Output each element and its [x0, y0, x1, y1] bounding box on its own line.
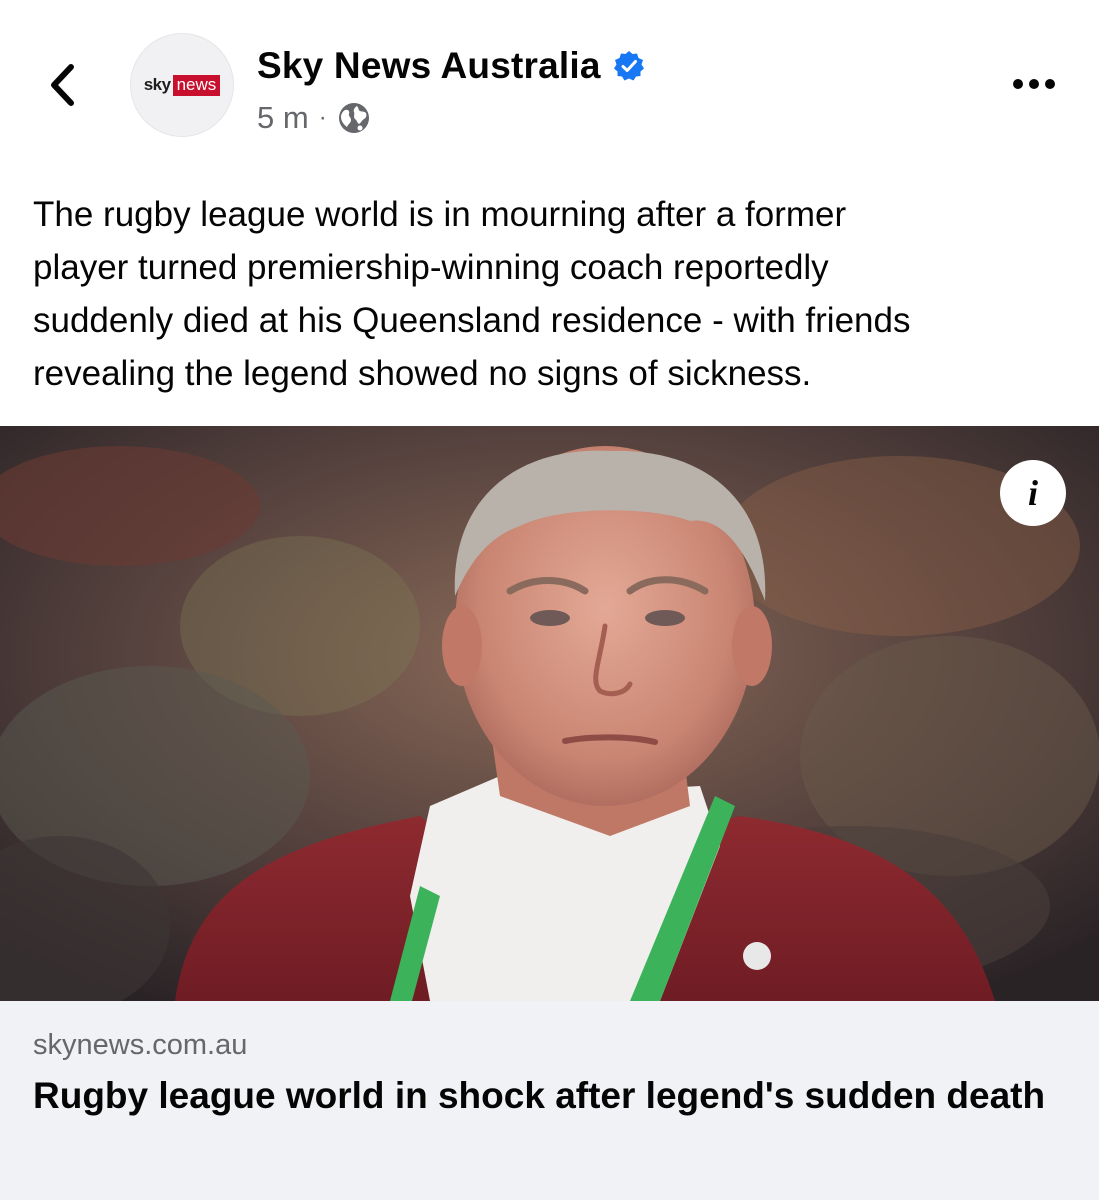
more-options-button[interactable]	[1009, 66, 1059, 102]
page-avatar[interactable]: sky news	[130, 33, 234, 137]
more-horizontal-icon	[1013, 79, 1055, 89]
coach-photo	[0, 426, 1099, 1001]
link-preview[interactable]: skynews.com.au Rugby league world in sho…	[0, 1001, 1099, 1200]
link-domain: skynews.com.au	[33, 1029, 248, 1061]
meta-separator: ·	[318, 104, 327, 131]
globe-icon	[337, 101, 371, 135]
back-button[interactable]	[40, 60, 84, 110]
facebook-post: sky news Sky News Australia 5 m · The ru…	[0, 0, 1099, 1200]
post-text: The rugby league world is in mourning af…	[33, 195, 911, 393]
page-name-row: Sky News Australia	[257, 45, 645, 87]
post-image[interactable]	[0, 426, 1099, 1001]
logo-news-text: news	[172, 74, 221, 96]
post-meta: 5 m ·	[257, 100, 371, 136]
post-time[interactable]: 5 m	[257, 100, 309, 136]
image-info-button[interactable]: i	[1000, 460, 1066, 526]
page-name[interactable]: Sky News Australia	[257, 45, 601, 87]
link-title: Rugby league world in shock after legend…	[33, 1075, 1046, 1116]
post-header: sky news Sky News Australia 5 m ·	[0, 0, 1099, 160]
chevron-left-icon	[51, 64, 74, 106]
logo-sky-text: sky	[143, 75, 171, 94]
sky-news-logo: sky news	[143, 74, 221, 96]
info-icon: i	[1027, 473, 1038, 513]
verified-badge-icon	[613, 50, 645, 82]
